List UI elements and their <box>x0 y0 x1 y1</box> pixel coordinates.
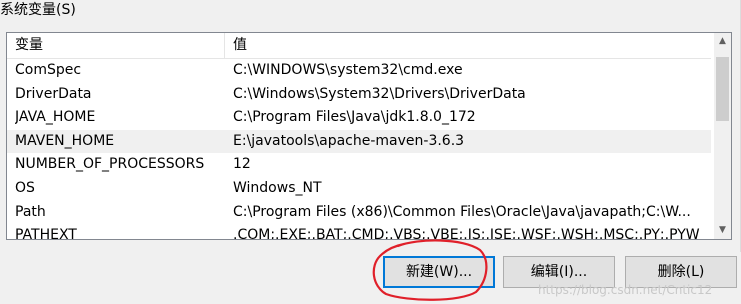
table-row[interactable]: JAVA_HOME C:\Program Files\Java\jdk1.8.0… <box>7 106 711 130</box>
system-variables-list[interactable]: 变量 值 ComSpec C:\WINDOWS\system32\cmd.exe… <box>6 32 732 240</box>
variable-value: C:\Program Files (x86)\Common Files\Orac… <box>233 203 691 220</box>
table-row[interactable]: NUMBER_OF_PROCESSORS 12 <box>7 153 711 177</box>
variable-value: C:\Windows\System32\Drivers\DriverData <box>233 85 526 102</box>
variable-name: ComSpec <box>15 62 82 78</box>
group-title: 系统变量(S) <box>0 2 76 18</box>
table-row-selected[interactable]: MAVEN_HOME E:\javatools\apache-maven-3.6… <box>7 129 711 154</box>
table-row[interactable]: ComSpec C:\WINDOWS\system32\cmd.exe <box>7 59 711 83</box>
variable-value: C:\WINDOWS\system32\cmd.exe <box>233 62 463 78</box>
variable-value: 12 <box>233 156 251 173</box>
variable-name: DriverData <box>15 85 92 102</box>
table-row[interactable]: DriverData C:\Windows\System32\Drivers\D… <box>7 83 711 107</box>
table-row[interactable]: Path C:\Program Files (x86)\Common Files… <box>7 201 711 225</box>
column-header-value[interactable]: 值 <box>225 33 711 58</box>
table-row[interactable]: OS Windows_NT <box>7 177 711 201</box>
variable-name: Path <box>15 203 46 220</box>
list-header: 变量 值 <box>7 33 711 59</box>
red-circle-annotation <box>372 239 488 301</box>
watermark: https://blog.csdn.net/Cntic12 <box>538 283 713 297</box>
table-row[interactable]: PATHEXT .COM;.EXE;.BAT;.CMD;.VBS;.VBE;.J… <box>7 224 711 240</box>
variable-name: MAVEN_HOME <box>15 132 115 149</box>
chevron-down-icon[interactable]: ▼ <box>714 222 731 239</box>
column-header-variable[interactable]: 变量 <box>7 33 225 58</box>
vertical-scrollbar[interactable]: ▲ ▼ <box>714 33 731 239</box>
variable-name: JAVA_HOME <box>15 109 96 126</box>
variable-value: Windows_NT <box>233 179 322 196</box>
list-rows: ComSpec C:\WINDOWS\system32\cmd.exe Driv… <box>7 59 711 240</box>
chevron-up-icon[interactable]: ▲ <box>714 33 731 50</box>
variable-name: NUMBER_OF_PROCESSORS <box>15 156 205 173</box>
variable-name: OS <box>15 179 35 196</box>
variable-name: PATHEXT <box>15 227 77 240</box>
scrollbar-thumb[interactable] <box>716 57 729 121</box>
variable-value: C:\Program Files\Java\jdk1.8.0_172 <box>233 109 476 126</box>
variable-value: E:\javatools\apache-maven-3.6.3 <box>233 132 465 149</box>
